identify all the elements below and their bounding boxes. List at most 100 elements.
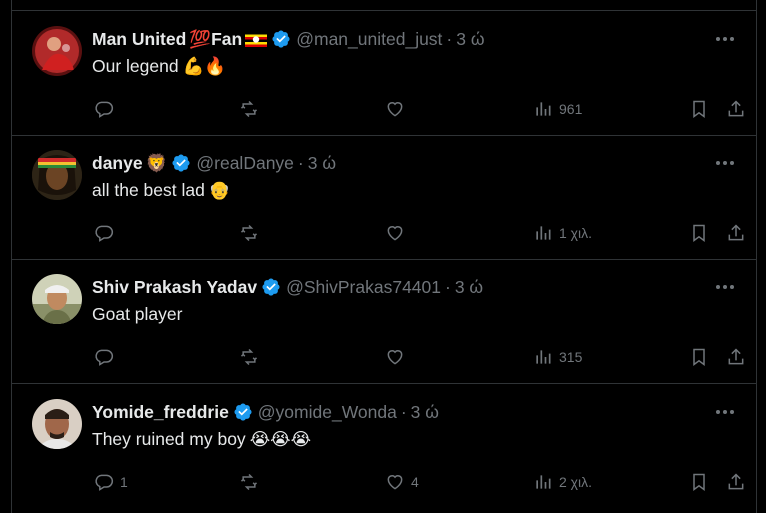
analytics-icon (536, 475, 551, 489)
reply-icon (95, 225, 114, 242)
tweet[interactable]: Yomide_freddrie @yomide_Wonda · 3 ώ They… (12, 384, 756, 512)
share-button[interactable] (726, 96, 746, 122)
heart-icon (387, 102, 403, 117)
like-button[interactable] (385, 220, 411, 246)
bookmark-icon (693, 224, 705, 242)
display-name-suffix[interactable]: Fan (211, 29, 242, 50)
tweet-header: Man United 💯 Fan @man_united_just · 3 ώ (92, 28, 485, 50)
views-button[interactable]: 1 χιλ. (533, 220, 592, 246)
tweet-text-emoji: 💪🔥 (182, 56, 227, 76)
avatar[interactable] (32, 26, 82, 76)
reply-icon (95, 349, 114, 366)
reply-button[interactable] (94, 344, 120, 370)
handle[interactable]: @yomide_Wonda (258, 402, 397, 423)
timestamp[interactable]: 3 ώ (456, 29, 484, 50)
views-button[interactable]: 315 (533, 344, 582, 370)
reply-icon (95, 474, 114, 491)
tweet-text-body: Goat player (92, 304, 183, 324)
analytics-icon (536, 226, 551, 240)
tweet-text: Our legend 💪🔥 (92, 56, 226, 77)
handle[interactable]: @realDanye (196, 153, 294, 174)
timeline-column: Man United 💯 Fan @man_united_just · 3 ώ (11, 0, 757, 513)
handle[interactable]: @man_united_just (296, 29, 442, 50)
tweet-text-body: They ruined my boy (92, 429, 246, 449)
like-count: 4 (411, 474, 419, 490)
tweet-text-body: Our legend (92, 56, 179, 76)
share-button[interactable] (726, 344, 746, 370)
hundred-emoji: 💯 (189, 28, 212, 49)
view-count: 2 χιλ. (559, 474, 593, 490)
separator-dot: · (445, 276, 451, 297)
timestamp[interactable]: 3 ώ (455, 277, 483, 298)
more-options-icon[interactable] (715, 408, 735, 416)
like-button[interactable] (385, 344, 411, 370)
avatar[interactable] (32, 274, 82, 324)
tweet-text: Goat player (92, 304, 182, 325)
tweet-header: Yomide_freddrie @yomide_Wonda · 3 ώ (92, 401, 439, 423)
share-button[interactable] (726, 469, 746, 495)
reply-button[interactable] (94, 220, 120, 246)
retweet-icon (240, 224, 258, 242)
more-options-icon[interactable] (715, 283, 735, 291)
bookmark-icon (693, 100, 705, 118)
action-bar: 1 4 2 χιλ. (92, 469, 744, 495)
bookmark-icon (693, 473, 705, 491)
more-options-icon[interactable] (715, 159, 735, 167)
heart-icon (387, 475, 403, 490)
tweet-header: Shiv Prakash Yadav @ShivPrakas74401 · 3 … (92, 276, 483, 298)
tweet[interactable]: Shiv Prakash Yadav @ShivPrakas74401 · 3 … (12, 259, 756, 384)
handle[interactable]: @ShivPrakas74401 (286, 277, 441, 298)
reply-icon (95, 101, 114, 118)
timestamp[interactable]: 3 ώ (411, 402, 439, 423)
tweet-header: danye 🦁 @realDanye · 3 ώ (92, 152, 336, 174)
verified-badge-icon (272, 30, 290, 48)
display-name[interactable]: Shiv Prakash Yadav (92, 277, 257, 298)
share-icon (728, 348, 744, 365)
views-button[interactable]: 2 χιλ. (533, 469, 592, 495)
uganda-flag-icon (245, 31, 268, 47)
share-icon (728, 473, 744, 490)
reply-count: 1 (120, 474, 128, 490)
tweet-text-emoji: 👴 (208, 180, 231, 200)
tweet[interactable]: Man United 💯 Fan @man_united_just · 3 ώ (12, 11, 756, 136)
retweet-button[interactable] (239, 220, 265, 246)
bookmark-icon (693, 348, 705, 366)
retweet-button[interactable] (239, 344, 265, 370)
share-icon (728, 100, 744, 117)
action-bar: 961 (92, 96, 744, 122)
reply-button[interactable]: 1 (94, 469, 128, 495)
timestamp[interactable]: 3 ώ (308, 153, 336, 174)
verified-badge-icon (172, 154, 190, 172)
display-name[interactable]: Yomide_freddrie (92, 402, 229, 423)
views-button[interactable]: 961 (533, 96, 582, 122)
heart-icon (387, 226, 403, 241)
separator-dot: · (297, 152, 304, 173)
bookmark-button[interactable] (689, 344, 709, 370)
retweet-button[interactable] (239, 96, 265, 122)
reply-button[interactable] (94, 96, 120, 122)
tweet-text-emoji: 😭😭😭 (249, 429, 312, 449)
display-name[interactable]: danye (92, 153, 143, 174)
more-options-icon[interactable] (715, 35, 735, 43)
separator-dot: · (400, 401, 407, 422)
like-button[interactable]: 4 (385, 469, 419, 495)
retweet-button[interactable] (239, 469, 265, 495)
action-bar: 315 (92, 344, 744, 370)
avatar[interactable] (32, 399, 82, 449)
action-bar: 1 χιλ. (92, 220, 744, 246)
display-name[interactable]: Man United (92, 29, 186, 50)
share-button[interactable] (726, 220, 746, 246)
bookmark-button[interactable] (689, 96, 709, 122)
bookmark-button[interactable] (689, 220, 709, 246)
verified-badge-icon (234, 403, 252, 421)
view-count: 961 (559, 101, 583, 117)
separator-dot: · (446, 28, 453, 49)
tweet[interactable]: danye 🦁 @realDanye · 3 ώ all the best la… (12, 135, 756, 260)
view-count: 1 χιλ. (559, 225, 593, 241)
analytics-icon (536, 102, 551, 116)
share-icon (728, 224, 744, 241)
like-button[interactable] (385, 96, 411, 122)
retweet-icon (240, 473, 258, 491)
bookmark-button[interactable] (689, 469, 709, 495)
avatar[interactable] (32, 150, 82, 200)
